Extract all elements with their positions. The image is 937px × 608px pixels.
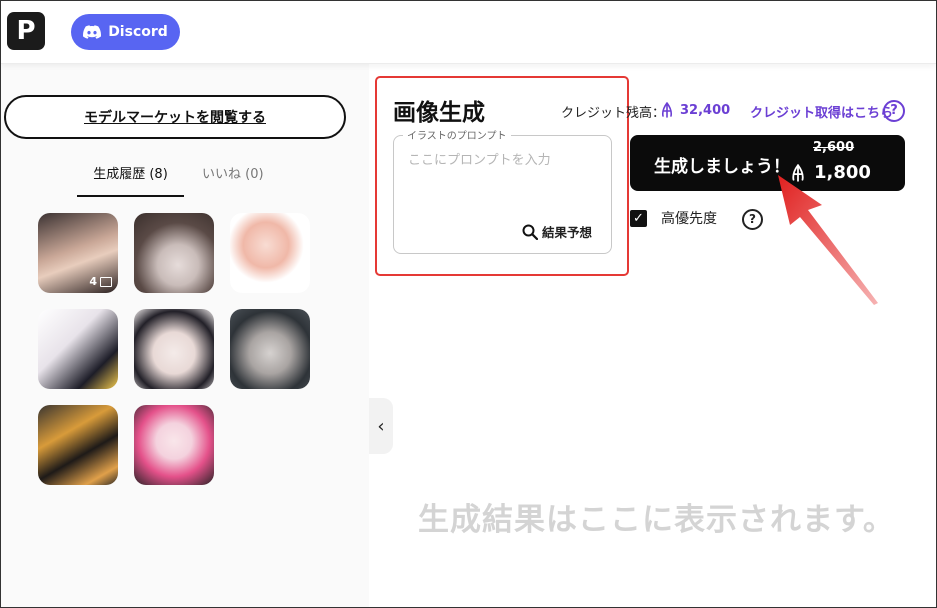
history-thumb-8[interactable]: [134, 405, 214, 485]
credit-icon: [661, 102, 673, 118]
history-tabs: 生成履歴 (8) いいね (0): [77, 162, 280, 197]
credit-balance-value: 32,400: [680, 102, 731, 118]
model-market-button[interactable]: モデルマーケットを閲覧する: [4, 95, 346, 139]
discord-icon: [83, 25, 102, 39]
history-thumb-5[interactable]: [134, 309, 214, 389]
top-header: P Discord: [1, 1, 936, 64]
app-logo[interactable]: P: [7, 12, 45, 50]
credit-balance-label: クレジット残高：: [561, 106, 666, 121]
history-thumb-4[interactable]: [38, 309, 118, 389]
prompt-input[interactable]: [406, 152, 605, 169]
history-sidebar: モデルマーケットを閲覧する 生成履歴 (8) いいね (0) 4: [1, 64, 369, 607]
get-credits-link[interactable]: クレジット取得はこちら: [750, 102, 893, 121]
history-thumb-2[interactable]: [134, 213, 214, 293]
discord-label: Discord: [108, 24, 168, 40]
predict-result-button[interactable]: 結果予想: [522, 222, 592, 241]
history-thumb-6[interactable]: [230, 309, 310, 389]
image-count-badge: 4: [89, 275, 112, 288]
credit-balance: 32,400: [660, 102, 730, 118]
credits-help-icon[interactable]: ?: [883, 100, 905, 122]
history-thumb-7[interactable]: [38, 405, 118, 485]
predict-label: 結果予想: [542, 225, 593, 240]
tab-likes[interactable]: いいね (0): [184, 162, 280, 197]
prompt-label: イラストのプロンプト: [403, 127, 511, 142]
history-thumb-3[interactable]: [230, 213, 310, 293]
chevron-left-icon: ‹: [377, 415, 385, 437]
high-priority-option: ✓ 高優先度: [630, 208, 717, 228]
annotation-arrow: [778, 175, 878, 305]
history-thumb-1[interactable]: 4: [38, 213, 118, 293]
original-cost: 2,600: [813, 140, 855, 155]
high-priority-checkbox[interactable]: ✓: [630, 209, 647, 227]
high-priority-label: 高優先度: [661, 211, 717, 227]
discord-button[interactable]: Discord: [71, 14, 180, 50]
page-title: 画像生成: [393, 100, 485, 126]
search-icon: [522, 224, 538, 240]
image-count: 4: [89, 275, 97, 288]
collapse-sidebar-button[interactable]: ‹: [369, 398, 393, 454]
tab-generation-history[interactable]: 生成履歴 (8): [77, 162, 184, 197]
empty-results-message: 生成結果はここに表示されます。: [418, 502, 895, 538]
image-stack-icon: [100, 276, 112, 287]
